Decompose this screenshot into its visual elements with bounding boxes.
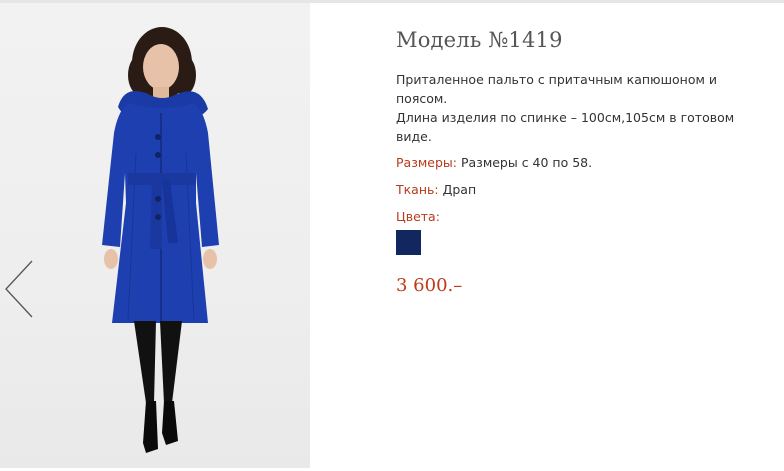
sizes-value: Размеры с 40 по 58. — [460, 155, 593, 170]
fabric-row: Ткань: Драп — [396, 181, 766, 199]
product-price: 3 600.– — [396, 275, 463, 296]
description-line-2: Длина изделия по спинке – 100см,105см в … — [396, 110, 735, 144]
sizes-row: Размеры: Размеры с 40 по 58. — [396, 154, 766, 172]
sizes-label: Размеры: — [396, 155, 457, 170]
prev-photo-button[interactable] — [2, 259, 36, 323]
product-photo — [0, 3, 310, 468]
product-page: Модель №1419 Приталенное пальто с притач… — [0, 0, 784, 471]
colors-row: Цвета: — [396, 208, 766, 226]
product-title: Модель №1419 — [396, 28, 563, 52]
fabric-value: Драп — [442, 182, 477, 197]
description-line-1: Приталенное пальто с притачным капюшоном… — [396, 72, 718, 106]
chevron-left-icon — [5, 260, 33, 318]
colors-label: Цвета: — [396, 209, 440, 224]
color-swatch-navy[interactable] — [396, 230, 421, 255]
fabric-label: Ткань: — [396, 182, 439, 197]
product-description: Приталенное пальто с притачным капюшоном… — [396, 70, 766, 146]
model-illustration — [102, 27, 219, 453]
product-details: Модель №1419 Приталенное пальто с притач… — [396, 28, 766, 296]
